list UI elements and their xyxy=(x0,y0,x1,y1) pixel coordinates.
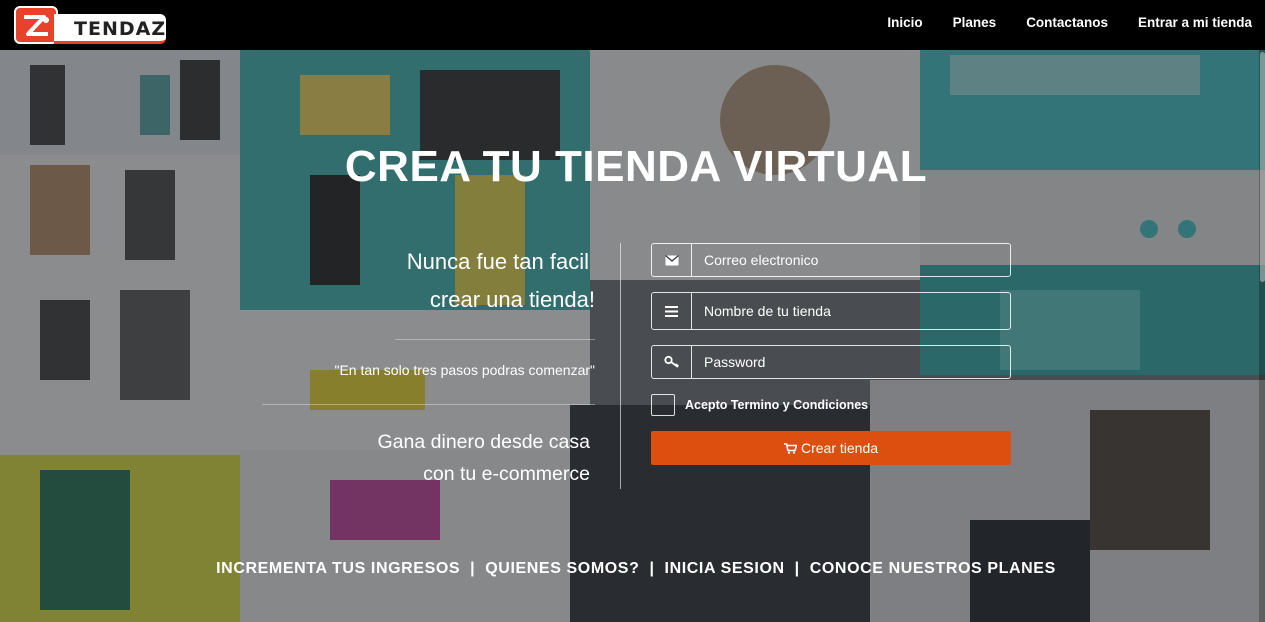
terms-row[interactable]: Acepto Termino y Condiciones xyxy=(651,394,868,416)
tagline2-line-2: con tu e-commerce xyxy=(423,463,590,485)
background-overlay xyxy=(0,50,1265,622)
vertical-divider xyxy=(620,243,621,489)
store-name-input[interactable] xyxy=(692,293,1010,329)
brand-logo[interactable]: TENDAZ xyxy=(14,6,166,44)
crear-tienda-label: Crear tienda xyxy=(800,440,879,456)
logo-wordmark-card: TENDAZ xyxy=(54,14,166,44)
left-divider-top xyxy=(395,339,595,340)
logo-z-icon xyxy=(24,15,49,36)
link-inicia-sesion[interactable]: INICIA SESION xyxy=(665,560,785,578)
tagline2-line-1: Gana dinero desde casa xyxy=(377,431,590,453)
nav-planes[interactable]: Planes xyxy=(953,15,997,30)
nav-inicio[interactable]: Inicio xyxy=(887,15,922,30)
link-separator: | xyxy=(649,560,655,577)
logo-wordmark: TENDAZ xyxy=(74,18,167,40)
left-divider-bottom xyxy=(262,404,595,405)
link-separator: | xyxy=(470,560,476,577)
tagline-primary: Nunca fue tan facil crear una tienda! xyxy=(230,243,595,319)
nav-entrar-a-mi-tienda[interactable]: Entrar a mi tienda xyxy=(1138,15,1252,30)
email-input[interactable] xyxy=(692,244,1010,276)
link-quienes-somos[interactable]: QUIENES SOMOS? xyxy=(485,560,639,578)
link-separator: | xyxy=(794,560,800,577)
hero-title: CREA TU TIENDA VIRTUAL xyxy=(344,142,928,191)
tagline-secondary: Gana dinero desde casa con tu e-commerce xyxy=(230,426,590,490)
link-conoce-nuestros-planes[interactable]: CONOCE NUESTROS PLANES xyxy=(810,560,1056,578)
crear-tienda-button[interactable]: Crear tienda xyxy=(651,431,1011,465)
shopping-cart-icon xyxy=(783,442,797,454)
link-incrementa-tus-ingresos[interactable]: INCREMENTA TUS INGRESOS xyxy=(216,560,460,578)
tagline-line-2: crear una tienda! xyxy=(429,287,595,312)
terms-checkbox[interactable] xyxy=(651,394,675,416)
tagline-line-1: Nunca fue tan facil xyxy=(406,249,589,274)
nav-contactanos[interactable]: Contactanos xyxy=(1026,15,1108,30)
main-nav: Inicio Planes Contactanos Entrar a mi ti… xyxy=(887,15,1252,30)
bars-icon xyxy=(652,293,692,329)
key-icon xyxy=(652,346,692,378)
store-name-field-group xyxy=(651,292,1011,330)
steps-quote: "En tan solo tres pasos podras comenzar" xyxy=(334,362,595,378)
terms-label: Acepto Termino y Condiciones xyxy=(685,398,869,412)
top-navbar: TENDAZ Inicio Planes Contactanos Entrar … xyxy=(0,0,1265,50)
logo-badge xyxy=(14,6,58,44)
email-field-group xyxy=(651,243,1011,277)
password-field-group xyxy=(651,345,1011,379)
password-input[interactable] xyxy=(692,346,1010,378)
bottom-links: INCREMENTA TUS INGRESOS | QUIENES SOMOS?… xyxy=(0,560,1265,578)
envelope-icon xyxy=(652,244,692,276)
